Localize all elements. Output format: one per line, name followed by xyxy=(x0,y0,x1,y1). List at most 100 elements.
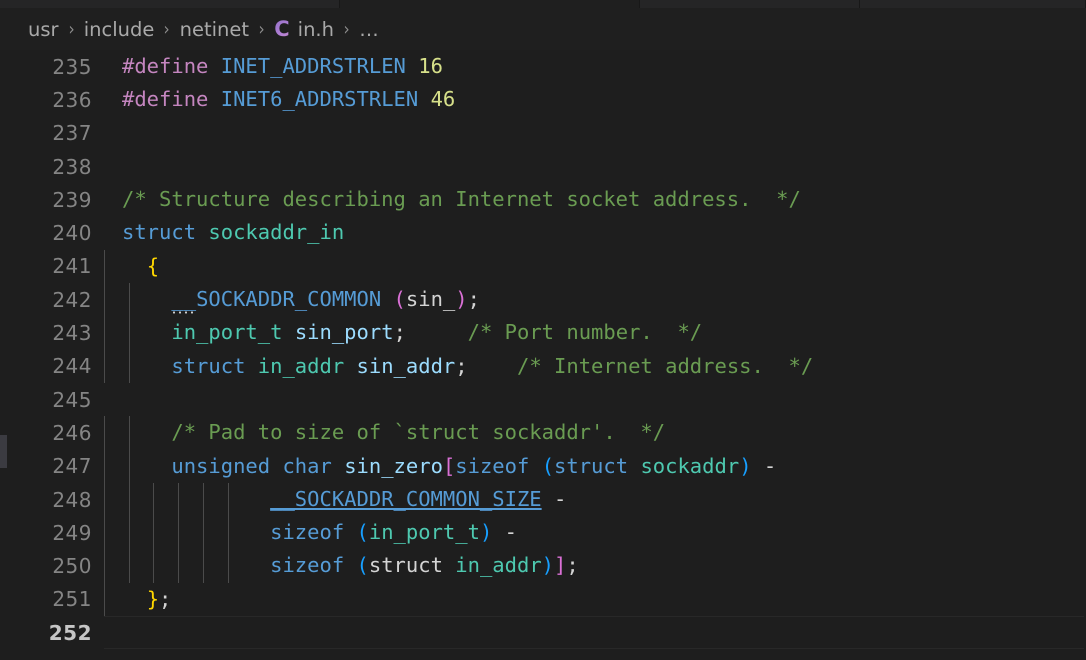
indent-guide xyxy=(104,249,105,284)
left-edge-scrollbar-sliver[interactable] xyxy=(0,435,7,468)
code-token: INET6_ADDRSTRLEN xyxy=(220,87,419,112)
code-line-content[interactable]: in_port_t sin_port; /* Port number. */ xyxy=(92,316,1086,350)
code-line[interactable]: 245 xyxy=(0,383,1086,416)
code-token: 46 xyxy=(430,87,456,112)
code-token: struct xyxy=(122,220,197,245)
code-line-content[interactable]: { xyxy=(92,249,1086,284)
editor-tab-2[interactable] xyxy=(340,0,640,8)
code-token: in_addr xyxy=(257,353,345,378)
indent-guide xyxy=(153,482,155,517)
indent-guide xyxy=(128,482,130,517)
breadcrumb-separator-icon: › xyxy=(68,18,75,40)
code-token: 16 xyxy=(418,54,443,78)
indent-guide xyxy=(227,516,229,550)
code-token: in_port_t xyxy=(171,320,283,345)
code-token: ( xyxy=(541,453,555,478)
code-token: ; xyxy=(455,353,468,378)
line-number: 237 xyxy=(52,121,92,146)
code-line[interactable]: 235 #define INET_ADDRSTRLEN 16 xyxy=(0,50,1086,83)
code-line[interactable]: 248 __SOCKADDR_COMMON_SIZE - xyxy=(0,482,1086,517)
breadcrumb-item-2[interactable]: include xyxy=(84,18,155,41)
editor-tab-4[interactable] xyxy=(860,0,1086,8)
code-line-content[interactable]: #define INET6_ADDRSTRLEN 46 xyxy=(92,83,1086,116)
code-token: sin_addr xyxy=(356,353,456,378)
breadcrumb-item-label: in.h xyxy=(297,17,334,41)
indent-guide xyxy=(128,349,130,383)
code-line[interactable]: 252 xyxy=(0,616,1086,650)
breadcrumb-item-1[interactable]: usr xyxy=(28,18,59,41)
code-line[interactable]: 249 sizeof (in_port_t) - xyxy=(0,516,1086,550)
code-editor[interactable]: 235 #define INET_ADDRSTRLEN 16 236 #define … xyxy=(0,50,1086,660)
code-line[interactable]: 239 /* Structure describing an Internet s… xyxy=(0,183,1086,216)
code-line-content[interactable]: #define INET_ADDRSTRLEN 16 xyxy=(92,50,1086,83)
breadcrumb-item-4[interactable]: Cin.h xyxy=(274,17,334,41)
code-token: struct xyxy=(554,453,629,478)
editor-tab-1[interactable] xyxy=(0,0,340,8)
code-line-content[interactable]: struct sockaddr_in xyxy=(92,216,1086,249)
code-line[interactable]: 237 xyxy=(0,117,1086,150)
code-token: ) xyxy=(541,553,555,578)
indent-guide xyxy=(227,482,229,517)
breadcrumb[interactable]: usr › include › netinet › Cin.h ›… xyxy=(0,8,1086,50)
code-line-content[interactable]: }; xyxy=(92,582,1086,617)
code-line-content[interactable]: unsigned char sin_zero[sizeof (struct so… xyxy=(92,449,1086,483)
indent-guide xyxy=(104,549,105,583)
code-line-content[interactable]: __SOCKADDR_COMMON (sin_); xyxy=(92,283,1086,317)
code-line[interactable]: 251 }; xyxy=(0,582,1086,617)
code-line-content[interactable]: /* Structure describing an Internet sock… xyxy=(92,183,1086,216)
editor-tab-3[interactable] xyxy=(640,0,860,8)
code-token: struct xyxy=(171,353,246,378)
line-number: 248 xyxy=(52,487,92,512)
code-line[interactable]: 247 unsigned char sin_zero[sizeof (struc… xyxy=(0,449,1086,483)
code-line[interactable]: 244 struct in_addr sin_addr; /* Internet… xyxy=(0,349,1086,383)
code-token: struct xyxy=(368,553,443,578)
editor-tab-strip[interactable] xyxy=(0,0,1086,8)
code-token: ; xyxy=(467,287,480,312)
code-token: /* Pad to size of `struct sockaddr'. */ xyxy=(171,420,666,445)
code-token: sizeof xyxy=(270,553,345,578)
code-token: ] xyxy=(554,553,567,578)
code-token: unsigned xyxy=(171,453,271,478)
code-token: ; xyxy=(566,553,579,578)
indent-guide xyxy=(202,516,204,550)
line-number: 244 xyxy=(52,354,92,379)
code-line[interactable]: 243 in_port_t sin_port; /* Port number. … xyxy=(0,316,1086,350)
code-token: in_port_t xyxy=(368,520,480,545)
code-line[interactable]: 241 { xyxy=(0,249,1086,284)
vscode-editor-window: usr › include › netinet › Cin.h ›… 235 #define I… xyxy=(0,0,1086,660)
indent-guide xyxy=(104,316,105,350)
code-line-content[interactable]: /* Pad to size of `struct sockaddr'. */ xyxy=(92,416,1086,450)
code-token: ; xyxy=(393,320,406,345)
code-line[interactable]: 250 sizeof (struct in_addr)]; xyxy=(0,549,1086,583)
code-token: ( xyxy=(356,520,369,545)
indent-guide xyxy=(178,516,180,550)
code-line[interactable]: 246 /* Pad to size of `struct sockaddr'.… xyxy=(0,416,1086,450)
code-line[interactable]: 238 xyxy=(0,150,1086,183)
breadcrumb-item-3[interactable]: netinet xyxy=(180,18,249,41)
code-line-content[interactable]: sizeof (struct in_addr)]; xyxy=(92,549,1086,583)
indent-guide xyxy=(128,449,130,483)
active-line-highlight xyxy=(104,616,1084,650)
code-line-content[interactable]: sizeof (in_port_t) - xyxy=(92,516,1086,550)
code-line-content[interactable]: struct in_addr sin_addr; /* Internet add… xyxy=(92,349,1086,383)
code-token: INET_ADDRSTRLEN xyxy=(220,54,406,78)
code-line[interactable]: 242 __SOCKADDR_COMMON (sin_); xyxy=(0,283,1086,317)
code-line[interactable]: 236 #define INET6_ADDRSTRLEN 46 xyxy=(0,83,1086,116)
indent-guide xyxy=(104,582,105,617)
code-line[interactable]: 240 struct sockaddr_in xyxy=(0,216,1086,249)
line-number: 240 xyxy=(52,221,92,246)
breadcrumb-item-5[interactable]: … xyxy=(359,18,379,41)
code-token: /* Structure describing an Internet sock… xyxy=(122,187,801,212)
indent-guide xyxy=(128,549,130,583)
code-line-content[interactable]: __SOCKADDR_COMMON_SIZE - xyxy=(92,482,1086,517)
line-number: 238 xyxy=(52,154,92,179)
code-token: sockaddr xyxy=(640,453,740,478)
